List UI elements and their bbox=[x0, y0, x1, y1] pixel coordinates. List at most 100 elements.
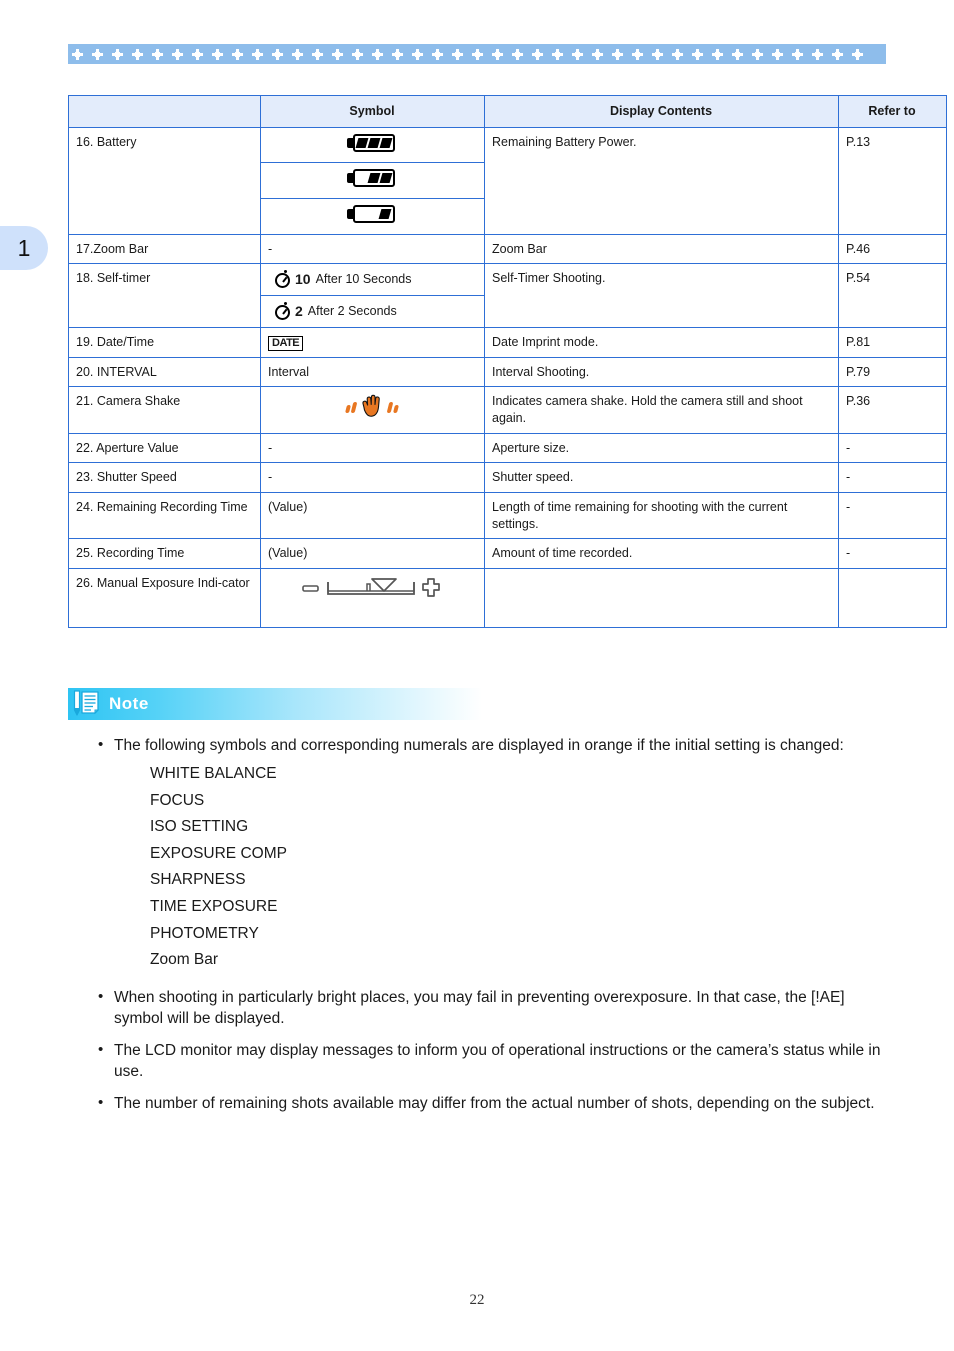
cell-symbol bbox=[260, 162, 485, 199]
note-title: Note bbox=[109, 694, 149, 713]
clover-motif-icon bbox=[252, 48, 263, 60]
note-sub-item: TIME EXPOSURE bbox=[150, 897, 278, 915]
clover-motif-icon bbox=[132, 48, 143, 60]
note-item-text: The LCD monitor may display messages to … bbox=[114, 1041, 881, 1080]
clover-motif-icon bbox=[572, 48, 583, 60]
cell-item: 26. Manual Exposure Indi-cator bbox=[68, 567, 261, 628]
note-list-item: • The number of remaining shots availabl… bbox=[98, 1093, 888, 1114]
cell-display-contents: Length of time remaining for shooting wi… bbox=[484, 491, 839, 540]
cell-display-contents: Aperture size. bbox=[484, 432, 839, 464]
cell-refer-to: P.81 bbox=[838, 327, 947, 358]
clover-motif-icon bbox=[852, 48, 863, 60]
clover-motif-icon bbox=[432, 48, 443, 60]
cell-symbol: - bbox=[260, 462, 485, 493]
note-item-text: When shooting in particularly bright pla… bbox=[114, 988, 845, 1027]
note-list-item: • The LCD monitor may display messages t… bbox=[98, 1040, 888, 1082]
clover-motif-icon bbox=[492, 48, 503, 60]
note-item-text: The number of remaining shots available … bbox=[114, 1095, 875, 1113]
bullet-icon: • bbox=[98, 1040, 104, 1058]
self-timer-icon bbox=[274, 270, 293, 289]
note-sub-item: EXPOSURE COMP bbox=[150, 844, 287, 862]
clover-motif-icon bbox=[772, 48, 783, 60]
cell-item: 16. Battery bbox=[68, 126, 261, 235]
bullet-icon: • bbox=[98, 987, 104, 1005]
column-header-display-contents: Display Contents bbox=[484, 95, 839, 128]
clover-motif-icon bbox=[72, 48, 83, 60]
cell-item: 22. Aperture Value bbox=[68, 432, 261, 464]
note-sub-item: WHITE BALANCE bbox=[150, 765, 277, 783]
note-list-item: • When shooting in particularly bright p… bbox=[98, 987, 888, 1029]
clover-motif-icon bbox=[632, 48, 643, 60]
cell-symbol: DATE bbox=[260, 327, 485, 358]
column-header-item bbox=[68, 95, 261, 128]
clover-motif-icon bbox=[672, 48, 683, 60]
battery-full-icon bbox=[347, 133, 397, 152]
clover-motif-icon bbox=[652, 48, 663, 60]
table-row: 20. INTERVAL Interval Interval Shooting.… bbox=[68, 356, 947, 388]
cell-item: 23. Shutter Speed bbox=[68, 462, 261, 493]
clover-motif-icon bbox=[532, 48, 543, 60]
table-row: 23. Shutter Speed - Shutter speed. - bbox=[68, 462, 947, 493]
table-row: 19. Date/Time DATE Date Imprint mode. P.… bbox=[68, 327, 947, 358]
cell-display-contents: Date Imprint mode. bbox=[484, 327, 839, 358]
table-row: 25. Recording Time (Value) Amount of tim… bbox=[68, 538, 947, 569]
note-sub-item: PHOTOMETRY bbox=[150, 924, 259, 942]
table-row: 21. Camera Shake Indicates camera shake.… bbox=[68, 386, 947, 434]
clover-motif-icon bbox=[452, 48, 463, 60]
cell-refer-to: - bbox=[838, 538, 947, 569]
decorative-header-band bbox=[68, 44, 886, 64]
cell-refer-to: - bbox=[838, 462, 947, 493]
cell-symbol: - bbox=[260, 432, 485, 464]
cell-item: 17.Zoom Bar bbox=[68, 233, 261, 265]
cell-symbol bbox=[260, 386, 485, 434]
cell-symbol: (Value) bbox=[260, 491, 485, 540]
clover-motif-icon bbox=[412, 48, 423, 60]
cell-refer-to: P.36 bbox=[838, 386, 947, 434]
clover-motif-icon bbox=[272, 48, 283, 60]
column-header-refer-to: Refer to bbox=[838, 95, 947, 128]
clover-motif-icon bbox=[592, 48, 603, 60]
cell-display-contents: Remaining Battery Power. bbox=[484, 126, 839, 235]
cell-display-contents: Self-Timer Shooting. bbox=[484, 263, 839, 329]
clover-motif-icon bbox=[192, 48, 203, 60]
clover-motif-icon bbox=[112, 48, 123, 60]
clover-motif-icon bbox=[612, 48, 623, 60]
table-header: Symbol Display Contents Refer to bbox=[68, 95, 947, 128]
cell-symbol: - bbox=[260, 233, 485, 265]
table-row: 18. Self-timer 10 After 10 Seconds Self-… bbox=[68, 263, 947, 329]
cell-refer-to: P.79 bbox=[838, 356, 947, 388]
cell-display-contents: Zoom Bar bbox=[484, 233, 839, 265]
camera-shake-icon bbox=[345, 393, 399, 419]
cell-item: 25. Recording Time bbox=[68, 538, 261, 569]
cell-item: 24. Remaining Recording Time bbox=[68, 491, 261, 540]
cell-refer-to: P.46 bbox=[838, 233, 947, 265]
self-timer-label: After 10 Seconds bbox=[315, 272, 412, 287]
clover-motif-icon bbox=[392, 48, 403, 60]
page-number: 22 bbox=[469, 1292, 485, 1308]
cell-symbol: 2 After 2 Seconds bbox=[260, 295, 485, 329]
clover-motif-icon bbox=[332, 48, 343, 60]
bullet-icon: • bbox=[98, 736, 104, 753]
clover-motif-icon bbox=[752, 48, 763, 60]
note-list-item: • The following symbols and correspondin… bbox=[98, 735, 888, 976]
clover-motif-icon bbox=[172, 48, 183, 60]
cell-symbol bbox=[260, 197, 485, 235]
battery-medium-icon bbox=[347, 169, 397, 188]
table-header-row: Symbol Display Contents Refer to bbox=[68, 95, 947, 128]
clover-motif-icon bbox=[232, 48, 243, 60]
note-item-text: The following symbols and corresponding … bbox=[114, 737, 844, 754]
cell-refer-to: P.13 bbox=[838, 126, 947, 235]
manual-exposure-indicator-icon bbox=[301, 575, 443, 601]
self-timer-label: After 2 Seconds bbox=[307, 304, 397, 319]
table-row: 16. Battery Remaining Battery Power. P.1… bbox=[68, 126, 947, 235]
display-symbols-table: Symbol Display Contents Refer to 16. Bat… bbox=[68, 95, 947, 628]
cell-item: 21. Camera Shake bbox=[68, 386, 261, 434]
note-sub-item: SHARPNESS bbox=[150, 871, 246, 889]
note-sub-item: FOCUS bbox=[150, 791, 205, 809]
cell-display-contents: Interval Shooting. bbox=[484, 356, 839, 388]
clover-motif-icon bbox=[352, 48, 363, 60]
clover-motif-icon bbox=[292, 48, 303, 60]
clover-motif-icon bbox=[692, 48, 703, 60]
cell-refer-to: - bbox=[838, 491, 947, 540]
chapter-tab: 1 bbox=[0, 226, 48, 270]
